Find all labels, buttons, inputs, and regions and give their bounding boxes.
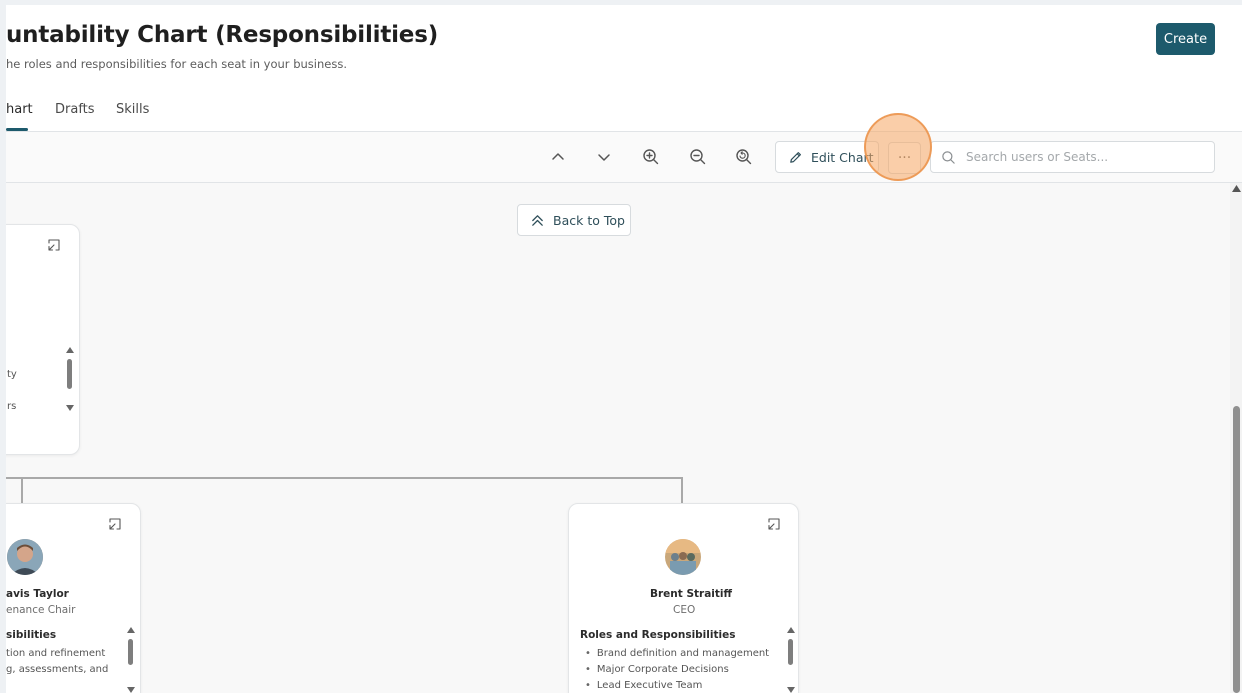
roles-scrollbar-thumb[interactable] xyxy=(67,359,72,389)
expand-icon[interactable] xyxy=(47,237,61,251)
create-button[interactable]: Create xyxy=(1156,23,1215,55)
roles-scrollbar[interactable] xyxy=(126,627,136,693)
roles-scrollbar[interactable] xyxy=(786,627,796,693)
more-options-button[interactable]: ··· xyxy=(888,142,921,174)
connector-right-drop xyxy=(681,477,683,503)
role-item: Major Corporate Decisions xyxy=(585,662,769,678)
role-item: tion and refinement xyxy=(6,648,106,659)
expand-icon[interactable] xyxy=(108,516,122,530)
seat-card-top-left[interactable]: ty rs xyxy=(0,224,80,455)
edit-chart-label: Edit Chart xyxy=(811,149,874,165)
roles-scrollbar-thumb[interactable] xyxy=(128,639,133,665)
role-item: Brand definition and management xyxy=(585,646,769,662)
page-title: untability Chart (Responsibilities) xyxy=(6,22,439,48)
chart-canvas[interactable]: Back to Top ty rs avis Taylor enance Cha… xyxy=(0,183,1230,693)
search-box[interactable] xyxy=(930,141,1215,173)
zoom-out-icon[interactable] xyxy=(687,146,709,168)
page-scroll-up-icon[interactable] xyxy=(1231,185,1241,195)
chevron-down-icon[interactable] xyxy=(593,146,615,168)
chevron-up-icon[interactable] xyxy=(547,146,569,168)
person-name: avis Taylor xyxy=(6,588,69,600)
search-icon xyxy=(941,150,956,165)
back-to-top-button[interactable]: Back to Top xyxy=(517,204,631,236)
back-to-top-label: Back to Top xyxy=(553,212,625,228)
roles-list: Brand definition and management Major Co… xyxy=(585,646,769,693)
roles-scrollbar[interactable] xyxy=(65,347,75,417)
pencil-icon xyxy=(788,150,803,165)
seat-card-left[interactable]: avis Taylor enance Chair sibilities tion… xyxy=(0,503,141,693)
page-subtitle: he roles and responsibilities for each s… xyxy=(6,57,347,71)
tab-chart[interactable]: hart xyxy=(6,102,33,117)
role-fragment: ty xyxy=(7,369,17,380)
zoom-in-icon[interactable] xyxy=(640,146,662,168)
zoom-reset-icon[interactable] xyxy=(733,146,755,168)
edit-chart-button[interactable]: Edit Chart xyxy=(775,141,879,173)
scroll-down-arrow-icon[interactable] xyxy=(787,687,795,693)
search-input[interactable] xyxy=(964,149,1208,165)
avatar xyxy=(7,539,43,575)
roles-heading: sibilities xyxy=(6,629,57,641)
left-strip xyxy=(0,0,6,693)
connector-horizontal xyxy=(6,477,682,479)
role-item: g, assessments, and xyxy=(6,664,109,675)
scroll-up-arrow-icon[interactable] xyxy=(66,347,74,353)
scroll-up-arrow-icon[interactable] xyxy=(787,627,795,633)
role-item: Lead Executive Team xyxy=(585,678,769,693)
role-fragment: rs xyxy=(7,401,17,412)
roles-list: tion and refinement g, assessments, and xyxy=(6,646,108,678)
roles-scrollbar-thumb[interactable] xyxy=(788,639,793,665)
expand-icon[interactable] xyxy=(767,516,781,530)
tab-skills[interactable]: Skills xyxy=(116,102,149,117)
top-strip xyxy=(0,0,1242,5)
seat-card-ceo[interactable]: Brent Straitiff CEO Roles and Responsibi… xyxy=(568,503,799,693)
avatar xyxy=(665,539,701,575)
seat-title: enance Chair xyxy=(6,604,76,616)
roles-heading: Roles and Responsibilities xyxy=(580,629,736,641)
seat-title: CEO xyxy=(673,604,696,616)
person-name: Brent Straitiff xyxy=(650,588,733,600)
double-chevron-up-icon xyxy=(530,213,545,228)
page-scrollbar-thumb[interactable] xyxy=(1233,406,1240,693)
connector-left-drop xyxy=(21,477,23,503)
scroll-up-arrow-icon[interactable] xyxy=(127,627,135,633)
scroll-down-arrow-icon[interactable] xyxy=(66,405,74,411)
scroll-down-arrow-icon[interactable] xyxy=(127,687,135,693)
tab-drafts[interactable]: Drafts xyxy=(55,102,95,117)
